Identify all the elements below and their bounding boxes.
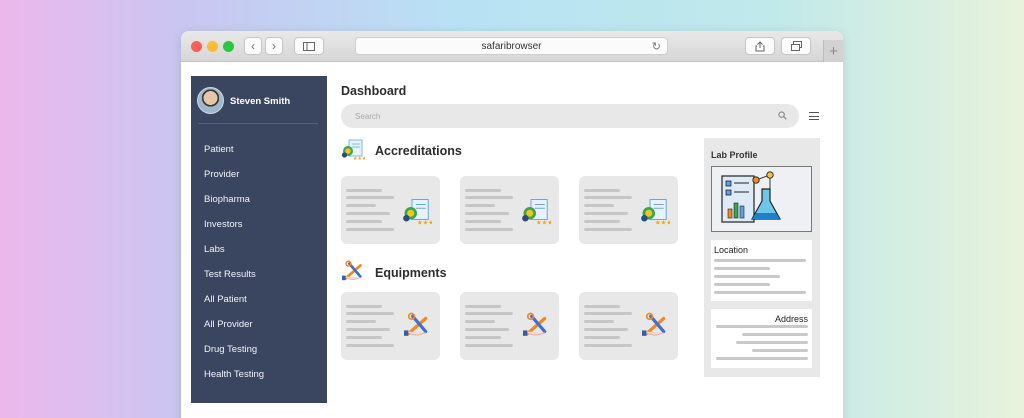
page-title: Dashboard [341,84,407,98]
tools-icon [404,312,428,336]
chevron-right-icon: › [272,39,276,53]
minimize-window-button[interactable] [207,41,218,52]
accreditation-card[interactable]: ★★★ [460,176,559,244]
svg-text:★★★: ★★★ [353,156,365,161]
address-label: Address [774,314,808,324]
tools-icon [642,312,666,336]
filter-icon[interactable] [809,111,819,121]
share-button[interactable] [745,37,775,55]
equipment-card[interactable] [460,292,559,360]
sidebar-item-patient[interactable]: Patient [204,144,264,169]
equipment-card[interactable] [341,292,440,360]
sidebar-nav: Patient Provider Biopharma Investors Lab… [204,144,264,394]
address-text: safaribrowser [481,40,542,52]
sidebar-icon [303,41,315,51]
user-name: Steven Smith [230,96,291,107]
address-bar[interactable]: safaribrowser ↻ [355,37,668,55]
lab-profile-image [711,166,812,232]
sidebar-item-all-patient[interactable]: All Patient [204,294,264,319]
svg-text:★★★: ★★★ [417,220,432,227]
avatar[interactable] [197,87,224,114]
search-input[interactable] [341,104,799,128]
section-title-equipments: Equipments [375,266,447,280]
certificate-icon: ★★★ [403,199,432,227]
maximize-window-button[interactable] [223,41,234,52]
sidebar-item-investors[interactable]: Investors [204,219,264,244]
search-icon[interactable] [778,111,787,122]
sidebar-item-biopharma[interactable]: Biopharma [204,194,264,219]
sidebar-item-health-testing[interactable]: Health Testing [204,369,264,394]
forward-button[interactable]: › [265,37,283,55]
browser-window: ‹ › safaribrowser ↻ + Steven Smith Patie… [181,31,843,418]
share-icon [755,40,765,51]
back-button[interactable]: ‹ [244,37,262,55]
sidebar-item-test-results[interactable]: Test Results [204,269,264,294]
location-box: Location [711,240,812,301]
location-label: Location [714,245,749,255]
certificate-icon: ★★★ [522,199,551,227]
tabs-overview-button[interactable] [781,37,811,55]
accreditation-card[interactable]: ★★★ [341,176,440,244]
lab-report-icon [721,171,782,223]
plus-icon: + [829,42,838,60]
lab-profile-title: Lab Profile [711,150,758,160]
sidebar-divider [198,123,318,124]
close-window-button[interactable] [191,41,202,52]
browser-titlebar: ‹ › safaribrowser ↻ [181,31,843,62]
tools-icon [523,312,547,336]
sidebar: Steven Smith Patient Provider Biopharma … [191,76,327,403]
section-title-accreditations: Accreditations [375,144,462,158]
sidebar-item-drug-testing[interactable]: Drug Testing [204,344,264,369]
svg-text:★★★: ★★★ [536,220,551,227]
certificate-icon: ★★★ [341,139,365,161]
certificate-icon: ★★★ [641,199,670,227]
equipment-card[interactable] [579,292,678,360]
sidebar-item-labs[interactable]: Labs [204,244,264,269]
new-tab-button[interactable]: + [823,40,843,62]
sidebar-toggle-button[interactable] [294,37,324,55]
lab-profile-panel: Lab Profile Location Address [704,138,820,377]
tools-icon [342,260,362,281]
accreditation-card[interactable]: ★★★ [579,176,678,244]
address-box: Address [711,309,812,368]
sidebar-item-provider[interactable]: Provider [204,169,264,194]
chevron-left-icon: ‹ [251,39,255,53]
tabs-icon [790,41,802,51]
sidebar-item-all-provider[interactable]: All Provider [204,319,264,344]
svg-text:★★★: ★★★ [655,220,670,227]
reload-icon[interactable]: ↻ [652,40,661,53]
